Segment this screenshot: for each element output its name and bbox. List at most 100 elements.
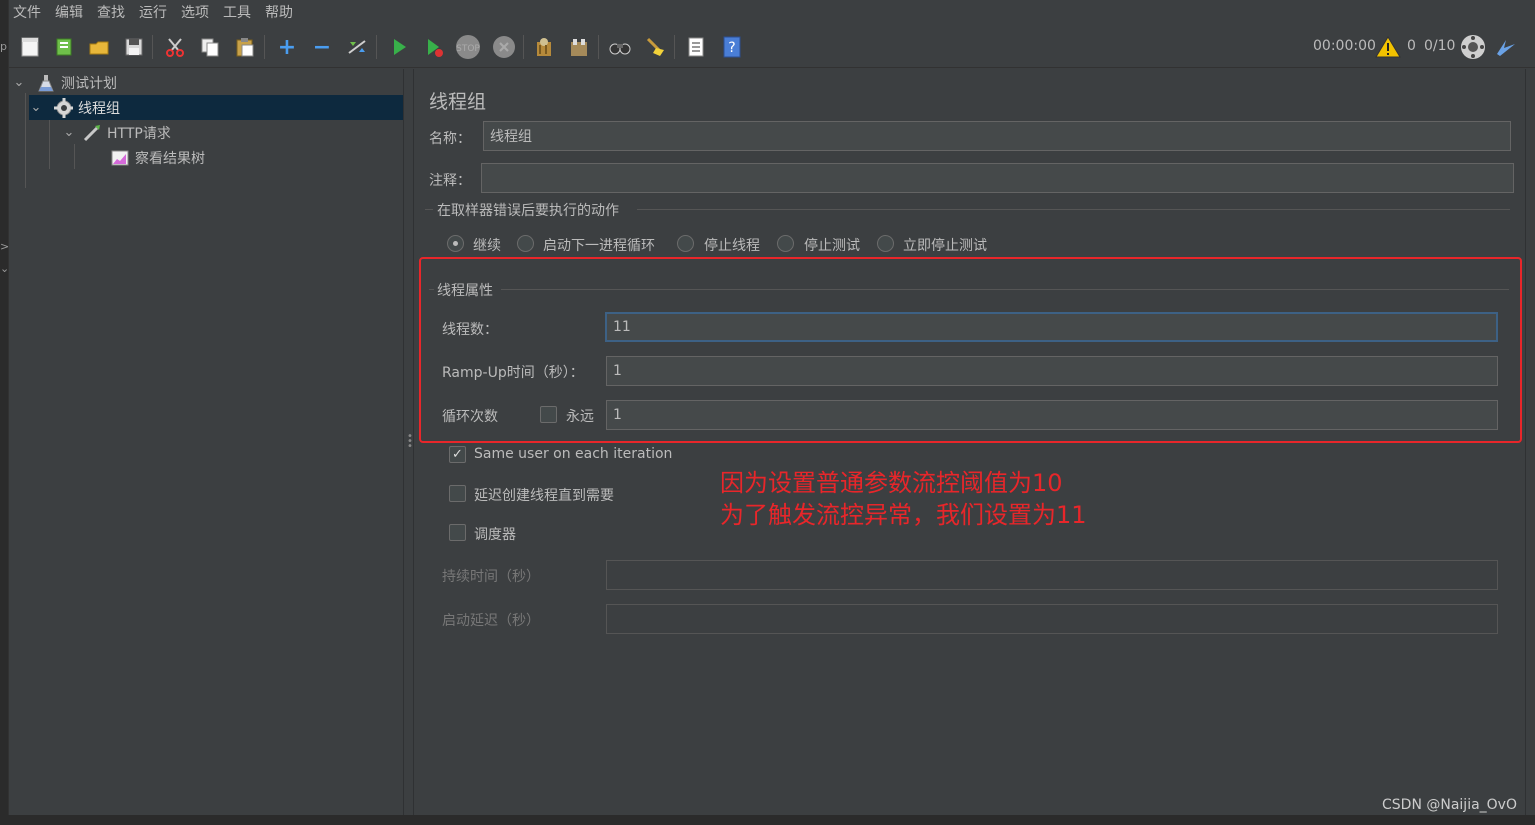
scheduler-checkbox[interactable] xyxy=(449,524,466,541)
right-edge-strip xyxy=(1525,69,1535,815)
active-threads: 0/10 xyxy=(1424,38,1456,54)
menu-help[interactable]: 帮助 xyxy=(265,2,293,22)
menu-edit[interactable]: 编辑 xyxy=(55,2,83,22)
radio-stop-thread-label[interactable]: 停止线程 xyxy=(704,235,760,255)
annotation-highlight-box xyxy=(419,257,1522,443)
menu-bar: 文件 编辑 查找 运行 选项 工具 帮助 xyxy=(9,0,1535,24)
group-border xyxy=(637,209,1510,210)
same-user-label[interactable]: Same user on each iteration xyxy=(474,446,672,462)
function-helper-icon[interactable] xyxy=(683,34,709,60)
tree-item-thread-group[interactable]: ⌄ 线程组 xyxy=(29,95,403,120)
toolbar-separator xyxy=(376,35,377,59)
splitter-grip[interactable]: • • • xyxy=(407,432,413,452)
clear-all-icon[interactable] xyxy=(566,34,592,60)
menu-run[interactable]: 运行 xyxy=(139,2,167,22)
annotation-line-1: 因为设置普通参数流控阈值为10 xyxy=(720,469,1063,497)
shutdown-icon[interactable] xyxy=(491,34,517,60)
radio-start-next-loop-label[interactable]: 启动下一进程循环 xyxy=(543,235,655,255)
toolbar-separator xyxy=(674,35,675,59)
templates-icon[interactable] xyxy=(51,34,77,60)
pipette-icon xyxy=(82,123,102,143)
toolbar-separator xyxy=(264,35,265,59)
chevron-down-icon[interactable]: ⌄ xyxy=(12,75,26,90)
cut-icon[interactable] xyxy=(162,34,188,60)
toolbar-separator xyxy=(523,35,524,59)
tree-item-label: 测试计划 xyxy=(61,75,117,92)
panel-title: 线程组 xyxy=(429,91,487,113)
radio-stop-test[interactable] xyxy=(777,235,794,252)
remote-icon[interactable] xyxy=(1460,34,1486,60)
radio-start-next-loop[interactable] xyxy=(517,235,534,252)
tree-item-label: HTTP请求 xyxy=(107,125,171,142)
left-edge-strip: p > ⌄ xyxy=(0,0,9,825)
duration-field xyxy=(606,560,1498,590)
warning-icon[interactable] xyxy=(1375,34,1401,60)
start-no-pause-icon[interactable] xyxy=(421,34,447,60)
warning-count: 0 xyxy=(1407,38,1416,54)
tree-item-result-tree[interactable]: 察看结果树 xyxy=(110,145,360,170)
tree-guide-line xyxy=(74,144,75,169)
clear-icon[interactable] xyxy=(531,34,557,60)
annotation-line-2: 为了触发流控异常，我们设置为11 xyxy=(720,501,1087,529)
svg-text:STOP: STOP xyxy=(456,44,480,54)
name-label: 名称： xyxy=(429,131,471,147)
startup-delay-field xyxy=(606,604,1498,634)
radio-stop-test-now[interactable] xyxy=(877,235,894,252)
open-icon[interactable] xyxy=(86,34,112,60)
help-icon[interactable]: ? xyxy=(719,34,745,60)
radio-stop-test-now-label[interactable]: 立即停止测试 xyxy=(903,235,987,255)
radio-continue[interactable] xyxy=(447,235,464,252)
startup-delay-label: 启动延迟（秒） xyxy=(442,613,540,629)
radio-continue-label[interactable]: 继续 xyxy=(473,235,501,255)
chevron-down-icon[interactable]: ⌄ xyxy=(29,100,43,115)
logo-icon xyxy=(1493,34,1519,60)
chevron-down-icon[interactable]: ⌄ xyxy=(62,125,76,140)
radio-stop-test-label[interactable]: 停止测试 xyxy=(804,235,860,255)
toolbar: + − STOP ? 00:00:00 0 0/10 xyxy=(9,26,1535,68)
toggle-icon[interactable] xyxy=(344,34,370,60)
scheduler-label[interactable]: 调度器 xyxy=(474,524,516,544)
duration-label: 持续时间（秒） xyxy=(442,569,540,585)
on-error-title: 在取样器错误后要执行的动作 xyxy=(437,203,619,219)
radio-stop-thread[interactable] xyxy=(677,235,694,252)
new-icon[interactable] xyxy=(17,34,43,60)
tree-item-test-plan[interactable]: ⌄ 测试计划 xyxy=(12,70,403,95)
panel-splitter[interactable]: • • • xyxy=(403,69,414,815)
search-icon[interactable] xyxy=(607,34,633,60)
collapse-icon[interactable]: − xyxy=(309,34,335,60)
save-icon[interactable] xyxy=(121,34,147,60)
flask-icon xyxy=(36,73,56,93)
tree-item-label: 察看结果树 xyxy=(135,150,205,167)
stop-icon[interactable]: STOP xyxy=(455,34,481,60)
start-icon[interactable] xyxy=(386,34,412,60)
chart-icon xyxy=(110,148,130,168)
tree-item-http-request[interactable]: ⌄ HTTP请求 xyxy=(62,120,362,145)
expand-icon[interactable]: + xyxy=(274,34,300,60)
tree-guide-line xyxy=(49,119,50,169)
same-user-checkbox[interactable]: ✓ xyxy=(449,446,466,463)
name-field[interactable]: 线程组 xyxy=(483,121,1511,151)
elapsed-timer: 00:00:00 xyxy=(1313,38,1376,54)
tree-item-label: 线程组 xyxy=(78,100,120,117)
toolbar-separator xyxy=(598,35,599,59)
reset-search-icon[interactable] xyxy=(642,34,668,60)
svg-text:?: ? xyxy=(728,40,735,56)
gear-icon xyxy=(53,97,73,118)
menu-search[interactable]: 查找 xyxy=(97,2,125,22)
thread-group-panel: 线程组 名称： 线程组 注释： 在取样器错误后要执行的动作 继续 启动下一进程循… xyxy=(415,69,1525,815)
paste-icon[interactable] xyxy=(232,34,258,60)
menu-file[interactable]: 文件 xyxy=(13,2,41,22)
comment-field[interactable] xyxy=(481,163,1514,193)
tree-guide-line xyxy=(25,93,26,188)
watermark: CSDN @Naijia_OvO xyxy=(1382,797,1517,813)
menu-options[interactable]: 选项 xyxy=(181,2,209,22)
delay-thread-creation-label[interactable]: 延迟创建线程直到需要 xyxy=(474,485,614,505)
toolbar-separator xyxy=(152,35,153,59)
comment-label: 注释： xyxy=(429,173,471,189)
test-plan-tree: ⌄ 测试计划 ⌄ 线程组 ⌄ HTTP请求 察看结果树 xyxy=(9,69,403,815)
menu-tools[interactable]: 工具 xyxy=(223,2,251,22)
bottom-edge-strip xyxy=(0,815,1535,825)
group-border xyxy=(425,209,433,210)
copy-icon[interactable] xyxy=(197,34,223,60)
delay-thread-creation-checkbox[interactable] xyxy=(449,485,466,502)
